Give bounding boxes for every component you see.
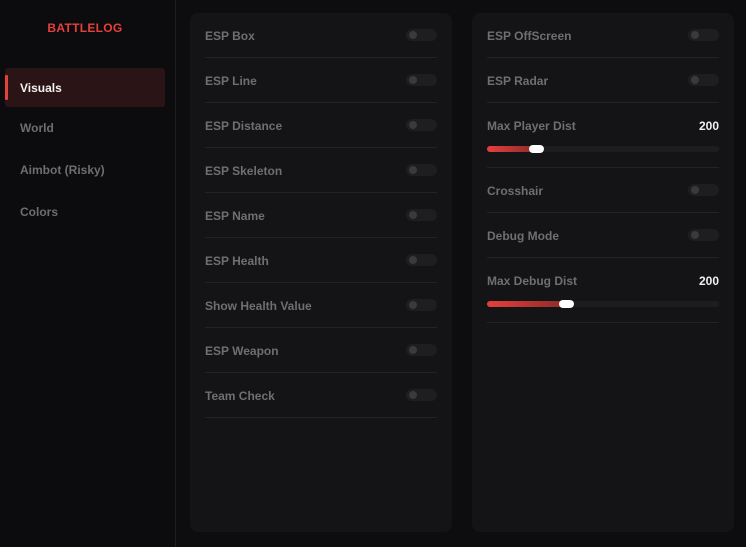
setting-row-slider: Max Player Dist 200	[487, 103, 719, 168]
setting-label: ESP Weapon	[205, 344, 279, 358]
slider-thumb[interactable]	[528, 145, 544, 153]
esp-line-toggle[interactable]	[406, 74, 437, 86]
setting-row: ESP Name	[205, 193, 437, 238]
esp-weapon-toggle[interactable]	[406, 344, 437, 356]
setting-label: Debug Mode	[487, 229, 559, 243]
setting-row: Show Health Value	[205, 283, 437, 328]
brand-logo: BATTLELOG	[47, 21, 123, 35]
slider-value: 200	[698, 119, 719, 133]
setting-label: ESP Line	[205, 74, 257, 88]
setting-label: Max Debug Dist	[487, 274, 578, 288]
setting-row: ESP Line	[205, 58, 437, 103]
setting-row: Crosshair	[487, 168, 719, 213]
slider-fill	[487, 301, 566, 307]
setting-row: ESP Radar	[487, 58, 719, 103]
show-health-value-toggle[interactable]	[406, 299, 437, 311]
nav-item-visuals[interactable]: Visuals	[5, 68, 165, 107]
setting-label: Show Health Value	[205, 299, 312, 313]
esp-skeleton-toggle[interactable]	[406, 164, 437, 176]
nav-item-world[interactable]: World	[5, 108, 165, 147]
esp-distance-toggle[interactable]	[406, 119, 437, 131]
esp-health-toggle[interactable]	[406, 254, 437, 266]
setting-row: Debug Mode	[487, 213, 719, 258]
setting-label: ESP Distance	[205, 119, 283, 133]
setting-row: ESP Box	[205, 13, 437, 58]
max-player-dist-slider[interactable]	[487, 145, 719, 153]
settings-panel-right: ESP OffScreen ESP Radar Max Player Dist …	[472, 13, 734, 532]
nav-item-colors[interactable]: Colors	[5, 192, 165, 231]
slider-thumb[interactable]	[558, 300, 574, 308]
slider-value: 200	[698, 274, 719, 288]
setting-label: ESP Health	[205, 254, 269, 268]
setting-label: Max Player Dist	[487, 119, 576, 133]
setting-label: ESP Radar	[487, 74, 549, 88]
esp-offscreen-toggle[interactable]	[688, 29, 719, 41]
sidebar: BATTLELOG Visuals World Aimbot (Risky) C…	[0, 0, 176, 547]
setting-row: ESP Health	[205, 238, 437, 283]
crosshair-toggle[interactable]	[688, 184, 719, 196]
setting-row: Team Check	[205, 373, 437, 418]
setting-row: ESP Skeleton	[205, 148, 437, 193]
setting-row: ESP Distance	[205, 103, 437, 148]
setting-label: Team Check	[205, 389, 275, 403]
setting-label: ESP Skeleton	[205, 164, 283, 178]
esp-box-toggle[interactable]	[406, 29, 437, 41]
nav-item-aimbot[interactable]: Aimbot (Risky)	[5, 150, 165, 189]
team-check-toggle[interactable]	[406, 389, 437, 401]
max-debug-dist-slider[interactable]	[487, 300, 719, 308]
setting-label: Crosshair	[487, 184, 544, 198]
setting-label: ESP OffScreen	[487, 29, 572, 43]
esp-radar-toggle[interactable]	[688, 74, 719, 86]
debug-mode-toggle[interactable]	[688, 229, 719, 241]
esp-name-toggle[interactable]	[406, 209, 437, 221]
setting-row: ESP Weapon	[205, 328, 437, 373]
setting-row-slider: Max Debug Dist 200	[487, 258, 719, 323]
setting-label: ESP Box	[205, 29, 255, 43]
setting-label: ESP Name	[205, 209, 265, 223]
settings-panel-left: ESP Box ESP Line ESP Distance ESP Skelet…	[190, 13, 452, 532]
setting-row: ESP OffScreen	[487, 13, 719, 58]
